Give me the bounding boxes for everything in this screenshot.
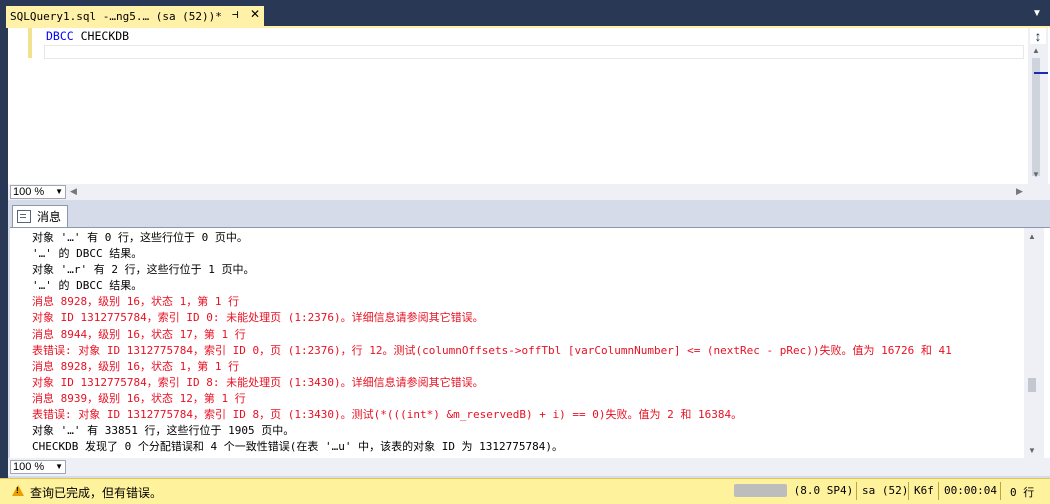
status-server: xxxxxxxx (8.0 SP4)	[734, 484, 853, 497]
scroll-up-icon[interactable]: ▲	[1028, 232, 1036, 241]
status-elapsed: 00:00:04	[944, 484, 997, 497]
scroll-position-marker	[1034, 72, 1048, 74]
message-line: 'tmpFinance' 的 DBCC 结果。	[32, 455, 1022, 456]
status-database: K6f	[914, 484, 934, 497]
scroll-down-icon[interactable]: ▼	[1032, 170, 1040, 179]
document-tab-strip: SQLQuery1.sql -…ng5.… (sa (52))* ⊣ ✕ ▼	[0, 0, 1050, 26]
results-zoom-select[interactable]: 100 % ▼	[10, 460, 66, 474]
editor-zoom-value: 100 %	[13, 186, 45, 198]
message-line: 消息 8928，级别 16，状态 1，第 1 行	[32, 359, 240, 373]
message-line: '…' 的 DBCC 结果。	[32, 279, 143, 293]
editor-zoom-bar: 100 % ▼ ◀ ▶	[8, 184, 1050, 200]
editor-scroll-thumb[interactable]	[1032, 58, 1040, 176]
scroll-right-icon[interactable]: ▶	[1016, 186, 1023, 197]
status-rows: 0 行	[1010, 486, 1035, 499]
message-line: 表错误: 对象 ID 1312775784，索引 ID 8，页 (1:3430)…	[32, 408, 743, 422]
message-line: 对象 ID 1312775784，索引 ID 0: 未能处理页 (1:2376)…	[32, 311, 484, 325]
editor-gutter	[8, 28, 22, 184]
message-line: 对象 '…' 有 33851 行，这些行位于 1905 页中。	[32, 424, 295, 438]
status-separator	[908, 482, 909, 500]
messages-panel[interactable]: 对象 '…' 有 0 行，这些行位于 0 页中。 '…' 的 DBCC 结果。 对象…	[10, 227, 1050, 458]
chevron-down-icon[interactable]: ▼	[55, 186, 63, 198]
status-bar: ! 查询已完成，但有错误。 xxxxxxxx (8.0 SP4) sa (52)…	[0, 478, 1050, 504]
scroll-left-icon[interactable]: ◀	[70, 186, 77, 197]
split-icon[interactable]: ↕	[1030, 28, 1046, 44]
warning-icon: !	[12, 485, 24, 496]
results-zoom-value: 100 %	[13, 461, 45, 473]
document-tab-sqlquery1[interactable]: SQLQuery1.sql -…ng5.… (sa (52))* ⊣ ✕	[6, 6, 264, 26]
status-separator	[1000, 482, 1001, 500]
messages-scroll-thumb[interactable]	[1028, 378, 1036, 392]
message-line: 表错误: 对象 ID 1312775784，索引 ID 0，页 (1:2376)…	[32, 343, 952, 357]
sql-code: CHECKDB	[73, 29, 130, 43]
message-line: '…' 的 DBCC 结果。	[32, 247, 143, 261]
message-line: 对象 ID 1312775784，索引 ID 8: 未能处理页 (1:3430)…	[32, 375, 484, 389]
tab-messages-label: 消息	[37, 210, 62, 224]
status-separator	[856, 482, 857, 500]
change-tracking-bar	[28, 28, 32, 58]
status-server-version: (8.0 SP4)	[793, 484, 854, 497]
chevron-down-icon[interactable]: ▼	[1032, 8, 1042, 19]
message-line: 对象 '…' 有 0 行，这些行位于 0 页中。	[32, 231, 248, 244]
messages-icon	[17, 210, 31, 223]
query-editor[interactable]: DBCC CHECKDB ↕ ▲ ▼	[8, 28, 1050, 184]
messages-list[interactable]: 对象 '…' 有 0 行，这些行位于 0 页中。 '…' 的 DBCC 结果。 对象…	[32, 230, 1022, 456]
status-separator	[938, 482, 939, 500]
editor-zoom-select[interactable]: 100 % ▼	[10, 185, 66, 199]
tab-messages[interactable]: 消息	[12, 205, 68, 227]
status-user: sa (52)	[862, 484, 909, 497]
message-line: 对象 '…r' 有 2 行，这些行位于 1 页中。	[32, 263, 255, 277]
message-line: 消息 8944，级别 16，状态 17，第 1 行	[32, 327, 246, 341]
chevron-down-icon[interactable]: ▼	[55, 461, 63, 473]
pin-icon[interactable]: ⊣	[232, 8, 239, 21]
code-line-1[interactable]: DBCC CHECKDB	[46, 29, 129, 43]
sql-keyword: DBCC	[46, 29, 74, 43]
status-message: 查询已完成，但有错误。	[30, 486, 163, 500]
close-icon[interactable]: ✕	[250, 7, 260, 21]
messages-vertical-scrollbar[interactable]	[1024, 228, 1044, 458]
message-line: 消息 8928，级别 16，状态 1，第 1 行	[32, 295, 240, 309]
scroll-down-icon[interactable]: ▼	[1028, 446, 1036, 455]
current-line-highlight	[44, 45, 1024, 59]
document-tab-title: SQLQuery1.sql -…ng5.… (sa (52))*	[10, 9, 222, 23]
message-line: 消息 8939，级别 16，状态 12，第 1 行	[32, 391, 246, 405]
scroll-up-icon[interactable]: ▲	[1032, 46, 1040, 55]
message-line: CHECKDB 发现了 0 个分配错误和 4 个一致性错误(在表 '…u' 中，…	[32, 440, 564, 454]
results-zoom-bar: 100 % ▼	[8, 458, 1050, 476]
